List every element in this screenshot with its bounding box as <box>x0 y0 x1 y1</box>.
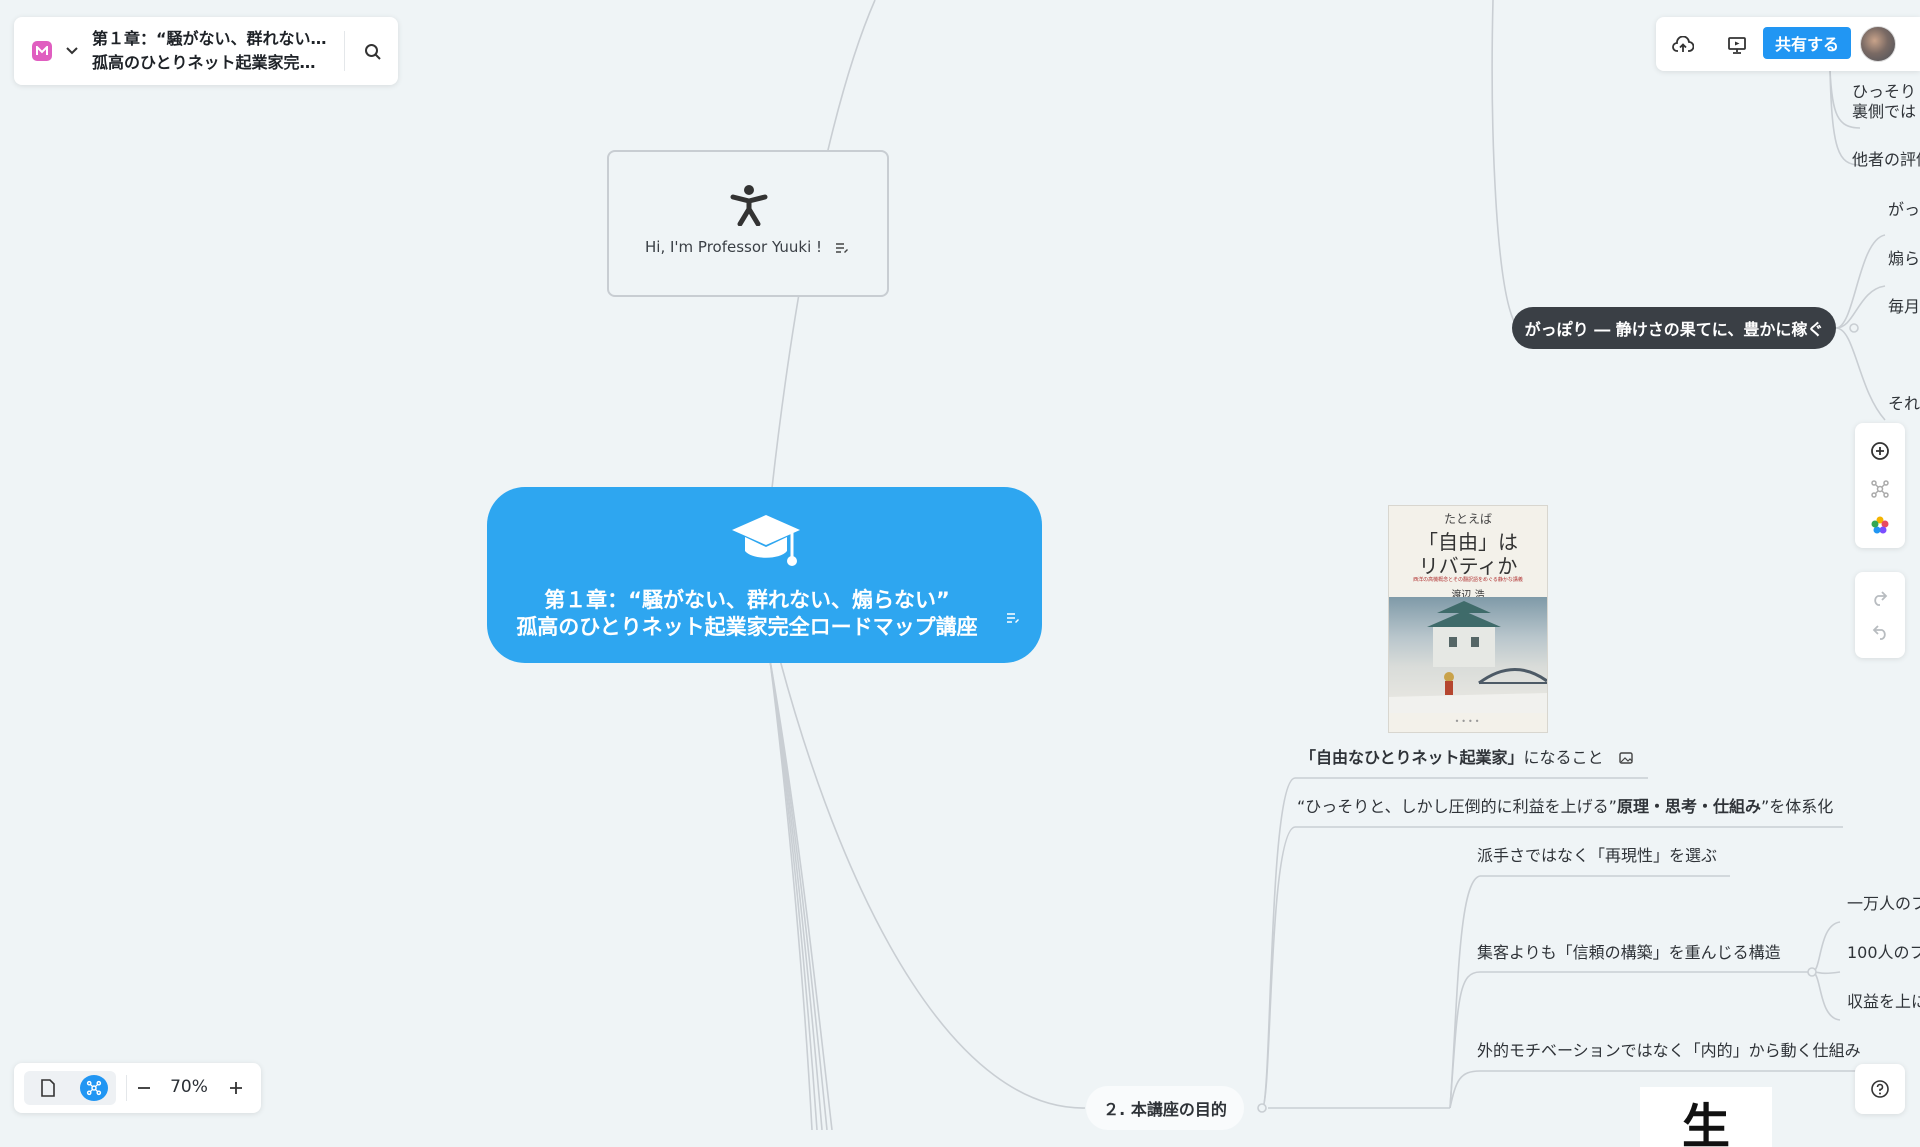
note-icon[interactable] <box>835 240 849 254</box>
zoom-in-icon[interactable] <box>224 1076 248 1100</box>
kanji-image-card[interactable]: 生 <box>1640 1087 1772 1147</box>
image-icon[interactable] <box>1618 749 1633 768</box>
kanji-text: 生 <box>1682 1099 1731 1147</box>
divider <box>126 1075 127 1101</box>
list-item[interactable]: 他者の評価 <box>1852 146 1920 170</box>
share-button[interactable]: 共有する <box>1763 27 1851 59</box>
document-title-line2: 孤高のひとりネット起業家完… <box>92 53 316 72</box>
help-button[interactable] <box>1855 1064 1905 1114</box>
cloud-upload-icon[interactable] <box>1670 32 1696 58</box>
book-small-text: たとえば <box>1443 512 1492 526</box>
search-icon[interactable] <box>362 41 384 63</box>
add-circle-icon[interactable] <box>1868 439 1892 463</box>
note-icon[interactable] <box>1006 610 1020 624</box>
zoom-toolbar: 70% <box>14 1063 261 1113</box>
branch-item-systemize[interactable]: “ひっそりと、しかし圧倒的に利益を上げる”原理・思考・仕組み”を体系化 <box>1297 793 1833 817</box>
book-cover-image[interactable]: たとえば 「自由」は リバティか 西洋の高機概念とその翻訳語をめぐる静かな講義 … <box>1388 505 1548 733</box>
app-logo-icon[interactable] <box>32 41 52 61</box>
branch-item-bold: 原理・思考・仕組み <box>1616 797 1761 816</box>
accessibility-icon <box>729 184 769 227</box>
list-item[interactable]: がっ <box>1888 196 1920 220</box>
document-title[interactable]: 第１章：“騒がない、群れない… 孤高のひとりネット起業家完… <box>92 27 354 75</box>
book-title-2: リバティか <box>1418 554 1518 578</box>
list-item[interactable]: 裏側では <box>1852 98 1916 122</box>
top-toolbar: 共有する <box>1656 17 1920 71</box>
list-item[interactable]: 煽ら <box>1888 245 1920 269</box>
zoom-level[interactable]: 70% <box>164 1077 214 1097</box>
divider <box>344 31 345 71</box>
mindmap-view-icon[interactable] <box>80 1075 108 1101</box>
book-illustration <box>1389 597 1547 713</box>
branch-item-rest: になること <box>1523 748 1604 767</box>
book-dots: •••• <box>1454 717 1482 726</box>
branch-item-rest: ”を体系化 <box>1760 797 1834 816</box>
undo-icon[interactable] <box>1868 620 1892 644</box>
list-item[interactable]: それ <box>1888 390 1920 414</box>
view-toggle <box>24 1071 116 1105</box>
branch-item-bold: 「自由なひとりネット起業家」 <box>1300 748 1524 767</box>
sub-item-reproducibility[interactable]: 派手さではなく「再現性」を選ぶ <box>1477 842 1717 866</box>
list-item[interactable]: 毎月 <box>1888 293 1920 317</box>
branch-item-pre: “ひっそりと、しかし圧倒的に利益を上げる” <box>1297 797 1617 816</box>
central-topic-title: 第１章：“騒がない、群れない、煽らない” 孤高のひとりネット起業家完全ロードマッ… <box>487 587 1007 641</box>
graduation-cap-icon <box>730 513 802 573</box>
redo-icon[interactable] <box>1868 586 1892 610</box>
sub-item-trust[interactable]: 集客よりも「信頼の構築」を重んじる構造 <box>1477 939 1781 963</box>
book-subtitle: 西洋の高機概念とその翻訳語をめぐる静かな講義 <box>1413 577 1523 583</box>
dark-topic-text: がっぽり ― 静けさの果てに、豊かに稼ぐ <box>1524 320 1824 339</box>
presentation-icon[interactable] <box>1724 32 1750 58</box>
document-title-line1: 第１章：“騒がない、群れない… <box>92 29 327 48</box>
avatar[interactable] <box>1860 26 1896 62</box>
central-topic-line1: 第１章：“騒がない、群れない、煽らない” <box>544 588 950 612</box>
list-item[interactable]: 100人のフ <box>1847 939 1920 963</box>
section-node-text: ２. 本講座の目的 <box>1103 1100 1227 1119</box>
dark-topic-node[interactable]: がっぽり ― 静けさの果てに、豊かに稼ぐ <box>1512 307 1836 349</box>
color-palette-icon[interactable] <box>1868 513 1892 537</box>
list-item[interactable]: 一万人のフ <box>1847 890 1920 914</box>
zoom-out-icon[interactable] <box>132 1076 156 1100</box>
central-topic-line2: 孤高のひとりネット起業家完全ロードマップ講座 <box>516 615 978 639</box>
list-item[interactable]: 収益を上に <box>1847 988 1920 1012</box>
document-header: 第１章：“騒がない、群れない… 孤高のひとりネット起業家完… <box>14 17 398 85</box>
section-node-purpose[interactable]: ２. 本講座の目的 <box>1086 1086 1244 1130</box>
history-toolbar <box>1855 572 1905 658</box>
intro-node[interactable]: Hi, I'm Professor Yuuki ! <box>607 150 889 297</box>
mindmap-structure-icon[interactable] <box>1868 477 1892 501</box>
intro-node-text: Hi, I'm Professor Yuuki ! <box>645 238 823 256</box>
central-topic-node[interactable]: 第１章：“騒がない、群れない、煽らない” 孤高のひとりネット起業家完全ロードマッ… <box>487 487 1042 663</box>
help-icon <box>1868 1077 1892 1101</box>
sub-item-intrinsic[interactable]: 外的モチベーションではなく「内的」から動く仕組み <box>1477 1037 1861 1061</box>
side-toolbar <box>1855 423 1905 548</box>
outline-view-icon[interactable] <box>36 1076 60 1100</box>
chevron-down-icon[interactable] <box>62 41 82 61</box>
branch-item-free-entrepreneur[interactable]: 「自由なひとりネット起業家」になること <box>1300 744 1633 768</box>
